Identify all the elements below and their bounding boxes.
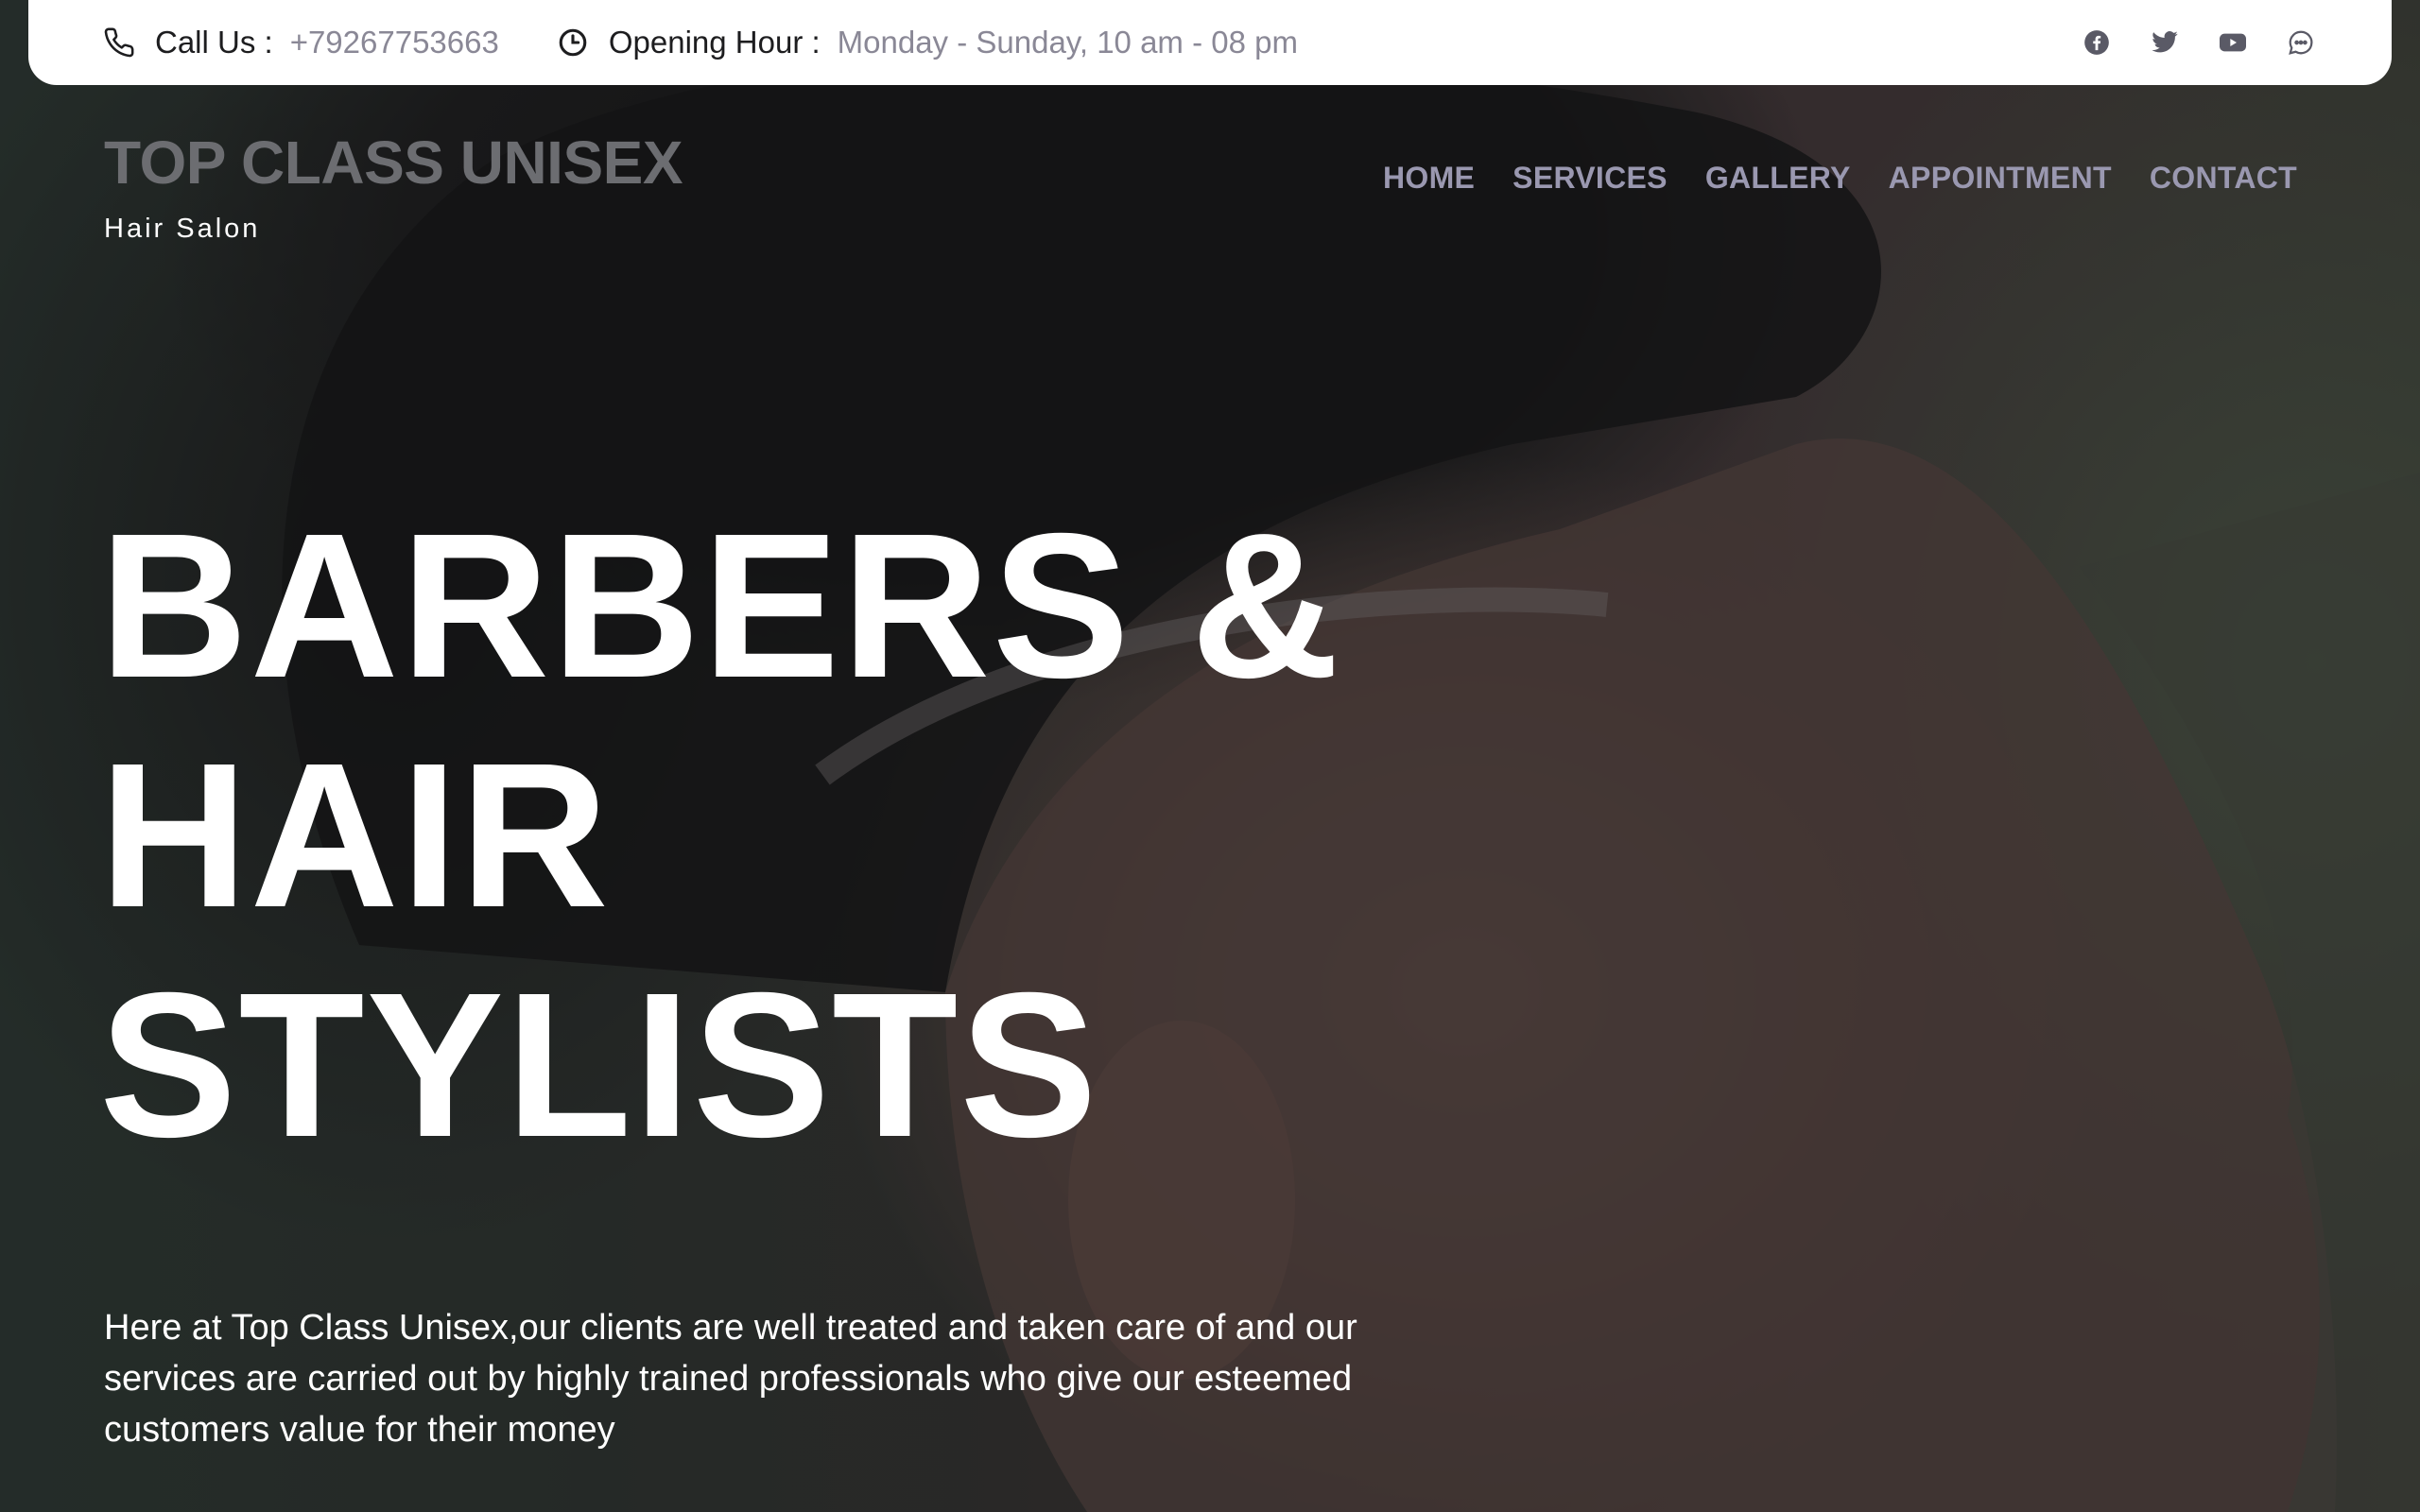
social-links (2082, 27, 2316, 58)
hours-value: Monday - Sunday, 10 am - 08 pm (837, 25, 1298, 60)
hero-title-line: HAIR (99, 721, 611, 951)
brand-subtitle: Hair Salon (104, 214, 261, 244)
opening-hours-info: Opening Hour : Monday - Sunday, 10 am - … (556, 25, 1298, 60)
nav-services[interactable]: SERVICES (1512, 161, 1668, 196)
hours-label: Opening Hour : (608, 25, 821, 60)
twitter-icon[interactable] (2150, 27, 2180, 58)
call-label: Call Us : (155, 25, 273, 60)
hero-title-line: STYLISTS (99, 951, 1099, 1180)
phone-icon (102, 26, 136, 60)
chat-icon[interactable] (2286, 27, 2316, 58)
hero-title-line: BARBERS & (99, 491, 1341, 721)
nav-contact[interactable]: CONTACT (2150, 161, 2297, 196)
hero-description: Here at Top Class Unisex,our clients are… (104, 1308, 1357, 1450)
clock-icon (556, 26, 590, 60)
nav-home[interactable]: HOME (1383, 161, 1475, 196)
nav-gallery[interactable]: GALLERY (1705, 161, 1851, 196)
hero-title: BARBERS & HAIR STYLISTS (99, 491, 1341, 1180)
youtube-icon[interactable] (2218, 27, 2248, 58)
brand-title: TOP CLASS UNISEX (104, 129, 683, 197)
facebook-icon[interactable] (2082, 27, 2112, 58)
phone-number-link[interactable]: +79267753663 (290, 25, 499, 60)
brand-logo[interactable]: TOP CLASS UNISEX Hair Salon (104, 132, 683, 245)
call-info: Call Us : +79267753663 (102, 25, 499, 60)
main-nav: HOME SERVICES GALLERY APPOINTMENT CONTAC… (1383, 161, 2297, 196)
top-info-bar: Call Us : +79267753663 Opening Hour : Mo… (28, 0, 2392, 85)
nav-appointment[interactable]: APPOINTMENT (1889, 161, 2112, 196)
